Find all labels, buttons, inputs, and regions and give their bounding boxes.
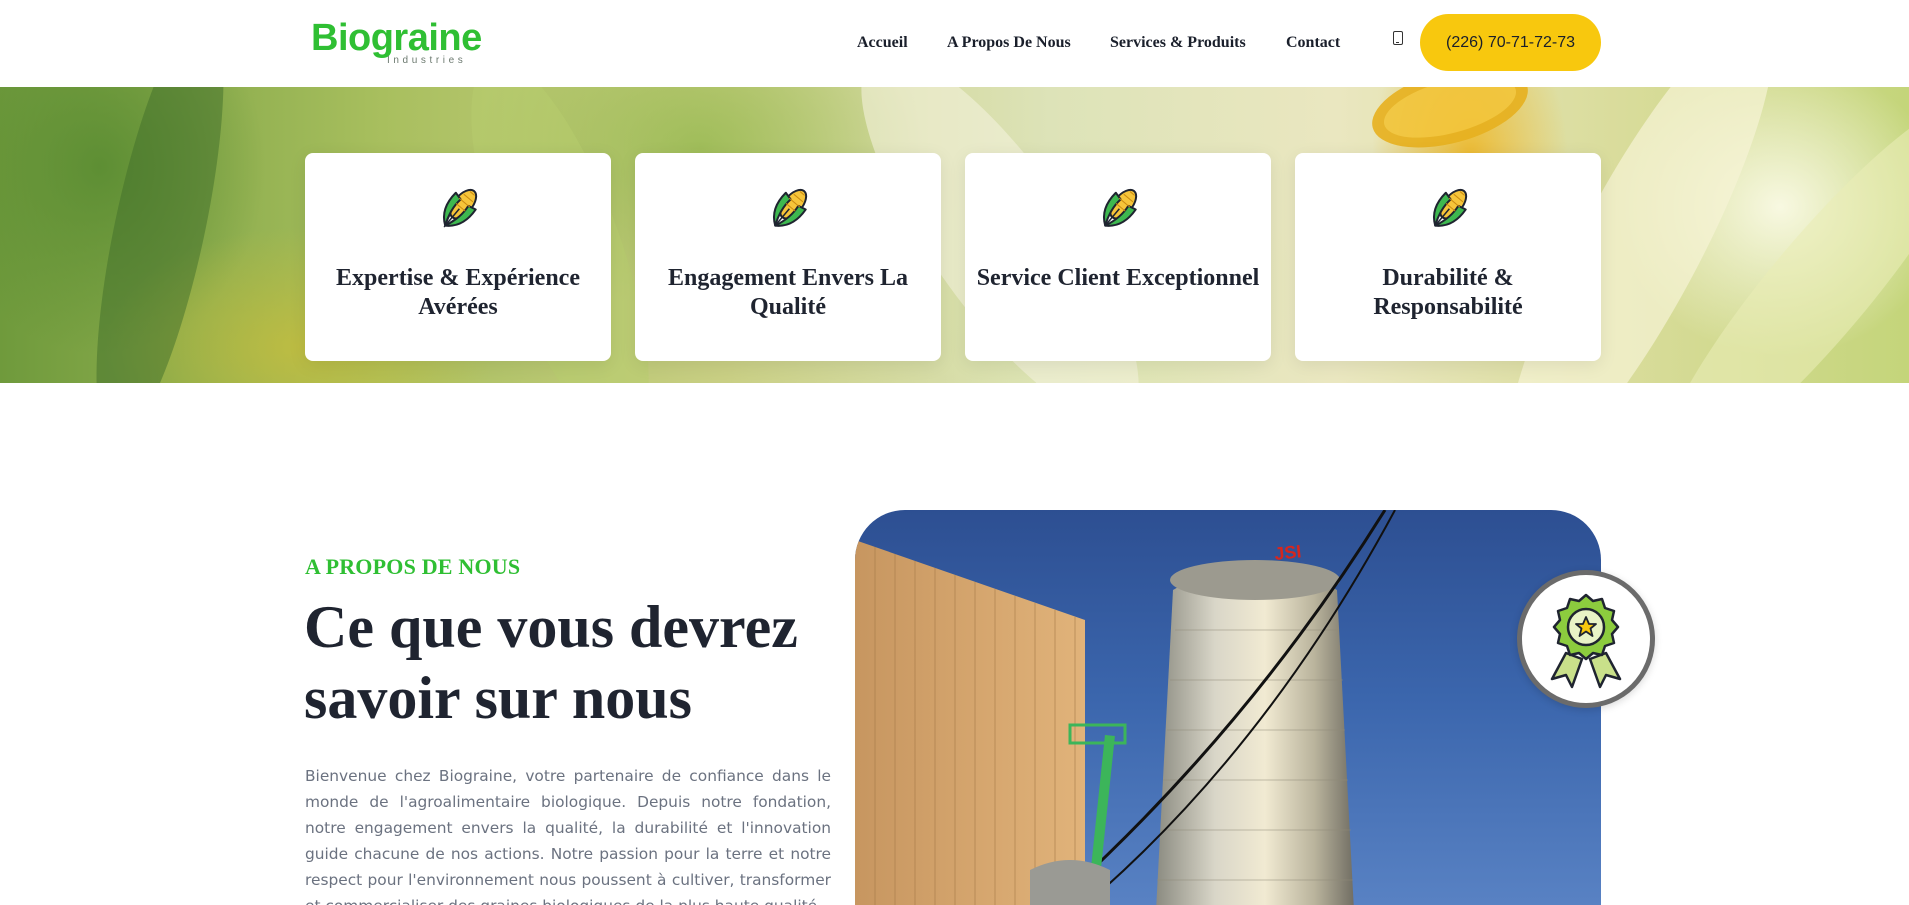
feature-cards: Expertise & Expérience Avérées Engagemen…	[305, 153, 1601, 361]
grain-silo-photo: JSI	[855, 510, 1601, 905]
corn-icon	[1432, 188, 1468, 227]
nav-a-propos[interactable]: A Propos De Nous	[947, 30, 1071, 56]
section-eyebrow: A PROPOS DE NOUS	[305, 554, 521, 579]
silo-illustration: JSI	[855, 510, 1396, 905]
feature-title: Engagement Envers La Qualité	[668, 265, 908, 320]
feature-card: Service Client Exceptionnel	[965, 153, 1271, 361]
award-ribbon-icon	[1550, 593, 1622, 689]
feature-title: Durabilité & Responsabilité	[1373, 265, 1523, 320]
feature-title: Service Client Exceptionnel	[976, 265, 1260, 291]
nav-contact[interactable]: Contact	[1286, 30, 1340, 56]
logo-tagline: Industries	[387, 55, 467, 66]
award-badge	[1517, 570, 1655, 708]
svg-text:JSI: JSI	[1273, 541, 1302, 564]
main-nav: Accueil A Propos De Nous Services & Prod…	[0, 30, 1909, 56]
section-title: Ce que vous devrez savoir sur nous	[304, 594, 798, 731]
about-paragraph: Bienvenue chez Biograine, votre partenai…	[305, 767, 831, 905]
mobile-phone-icon	[1393, 31, 1403, 45]
feature-card: Expertise & Expérience Avérées	[305, 153, 611, 361]
nav-services-produits[interactable]: Services & Produits	[1110, 30, 1246, 56]
feature-card: Engagement Envers La Qualité	[635, 153, 941, 361]
corn-icon	[772, 188, 808, 227]
feature-card: Durabilité & Responsabilité	[1295, 153, 1601, 361]
feature-title: Expertise & Expérience Avérées	[336, 265, 580, 320]
phone-call-button[interactable]: (226) 70-71-72-73	[1420, 14, 1601, 71]
site-header: Biograine Industries Accueil A Propos De…	[0, 0, 1909, 87]
nav-accueil[interactable]: Accueil	[857, 30, 908, 56]
corn-icon	[1102, 188, 1138, 227]
corn-icon	[442, 188, 478, 228]
